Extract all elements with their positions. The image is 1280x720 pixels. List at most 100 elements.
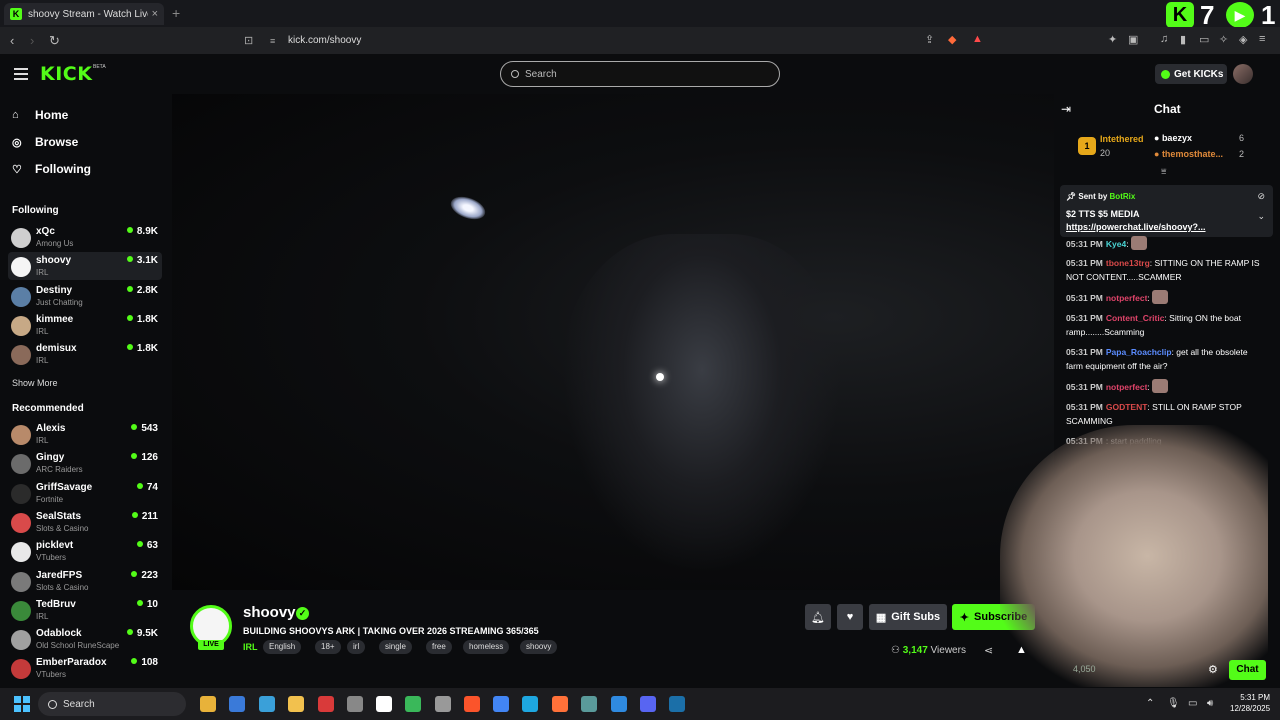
pinned-sender[interactable]: BotRix [1110,192,1136,201]
chat-username[interactable]: Papa_Roachclip [1106,347,1172,357]
hamburger-menu-icon[interactable] [14,68,28,80]
forward-icon[interactable]: › [30,33,34,48]
sidebar-channel-xqc[interactable]: xQc Among Us 8.9K [8,223,162,251]
chat-message[interactable]: 05:31 PM Papa_Roachclip: get all the obso… [1066,345,1264,373]
leaderboard-expand-icon[interactable]: ⩸ [1161,166,1166,177]
streamer-name[interactable]: shoovy [243,604,296,621]
chat-username[interactable]: Kye4 [1106,239,1126,249]
address-bar[interactable]: ⊡ ≡ kick.com/shoovy [244,30,992,51]
chevron-down-icon[interactable]: ⌄ [1257,211,1265,222]
brave-shield-icon[interactable]: ◆ [948,33,956,46]
screenshot-icon[interactable]: ▣ [1128,33,1138,46]
share-page-icon[interactable]: ⇪ [925,33,934,46]
chat-settings-icon[interactable]: ⚙ [1208,663,1218,676]
search-input[interactable]: Search [500,61,780,87]
chat-message[interactable]: 05:31 PM Content_Critic: Sitting ON the b… [1066,311,1264,339]
chat-message[interactable]: 05:31 PM GODTENT: STILL ON RAMP STOP SCAM… [1066,400,1264,428]
leaderboard-name-2[interactable]: ● baezyx [1154,133,1192,143]
stream-tag[interactable]: free [426,640,452,654]
user-avatar[interactable] [1233,64,1253,84]
app-icon-6[interactable] [347,696,363,712]
nav-home[interactable]: ⌂ Home [12,108,68,122]
vpn-icon[interactable]: ◈ [1239,33,1247,46]
show-more-link[interactable]: Show More [12,378,58,388]
app-icon-8[interactable] [405,696,421,712]
back-icon[interactable]: ‹ [10,33,14,48]
vscode-icon[interactable] [611,696,627,712]
sidebar-channel-destiny[interactable]: Destiny Just Chatting 2.8K [8,282,162,310]
brave-rewards-icon[interactable]: ▲ [972,33,983,45]
network-icon[interactable]: ▭ [1188,698,1197,709]
bookmark-icon[interactable]: ⊡ [244,34,270,47]
extensions-icon[interactable]: ✦ [1108,33,1117,46]
capcut-icon[interactable] [376,696,392,712]
browser-tab[interactable]: K shoovy Stream - Watch Live o × [4,3,164,25]
sidebar-channel-demisux[interactable]: demisux IRL 1.8K [8,340,162,368]
nav-browse[interactable]: ◎ Browse [12,135,78,149]
tab-close-icon[interactable]: × [152,8,158,20]
volume-icon[interactable]: 🔊︎ [1207,698,1213,709]
follow-button[interactable]: ♥ [837,604,863,630]
chat-message[interactable]: 05:31 PM tbone13trg: SITTING ON THE RAMP … [1066,256,1264,284]
share-icon[interactable]: ⋖ [984,644,993,657]
chat-username[interactable]: tbone13trg [1106,258,1150,268]
sidebar-channel-sealstats[interactable]: SealStats Slots & Casino 211 [8,508,162,536]
media-icon[interactable]: ♫ [1160,33,1168,45]
site-info-icon[interactable]: ≡ [270,36,288,46]
kick-logo[interactable]: KICK [40,63,92,85]
files-app-icon[interactable] [200,696,216,712]
file-explorer-icon[interactable] [288,696,304,712]
show-hidden-icons[interactable]: ⌃ [1146,698,1154,709]
sidebar-channel-odablock[interactable]: Odablock Old School RuneScape 9.5K [8,625,162,653]
notification-bell-button[interactable]: 🔔︎ [805,604,831,630]
send-chat-button[interactable]: Chat [1229,660,1266,680]
stream-category[interactable]: IRL [243,642,258,652]
get-kicks-button[interactable]: Get KICKs [1155,64,1227,84]
sidebar-channel-kimmee[interactable]: kimmee IRL 1.8K [8,311,162,339]
stream-tag[interactable]: 18+ [315,640,341,654]
nav-following[interactable]: ♡ Following [12,162,91,176]
stream-tag[interactable]: irl [347,640,366,654]
windows-start-icon[interactable] [14,696,30,712]
chrome-icon[interactable] [493,696,509,712]
new-tab-button[interactable]: + [172,5,180,21]
chat-message[interactable]: 05:31 PM notperfect: [1066,379,1264,394]
brave-icon[interactable] [464,696,480,712]
collapse-chat-icon[interactable]: ⇥ [1061,102,1071,116]
edge-icon[interactable] [522,696,538,712]
chat-username[interactable]: GODTENT [1106,402,1148,412]
microphone-icon[interactable]: 🎙︎ [1167,698,1180,709]
chat-message[interactable]: 05:31 PM notperfect: [1066,290,1264,305]
sidebar-channel-gingy[interactable]: Gingy ARC Raiders 126 [8,449,162,477]
sidebar-channel-tedbruv[interactable]: TedBruv IRL 10 [8,596,162,624]
stream-tag[interactable]: homeless [463,640,510,654]
chat-username[interactable]: Content_Critic [1106,313,1165,323]
stream-tag[interactable]: English [263,640,302,654]
stream-tag[interactable]: shoovy [520,640,558,654]
app-icon-5[interactable] [318,696,334,712]
app-icon-9[interactable] [435,696,451,712]
leo-icon[interactable]: ✧ [1219,33,1228,46]
sidebar-channel-griffsavage[interactable]: GriffSavage Fortnite 74 [8,479,162,507]
steam-icon[interactable] [669,696,685,712]
wallet-icon[interactable]: ▭ [1199,33,1209,46]
unpin-icon[interactable]: ⊘ [1257,191,1265,202]
app-icon-2[interactable] [229,696,245,712]
chat-message[interactable]: 05:31 PM Kye4: [1066,236,1264,251]
discord-icon[interactable] [640,696,656,712]
app-icon-14[interactable] [581,696,597,712]
app-icon-3[interactable] [259,696,275,712]
menu-icon[interactable]: ≡ [1259,33,1265,45]
video-player[interactable] [172,94,1054,590]
sidebar-channel-alexis[interactable]: Alexis IRL 543 [8,420,162,448]
stream-tag[interactable]: single [379,640,412,654]
firefox-icon[interactable] [552,696,568,712]
sidebar-channel-picklevt[interactable]: picklevt VTubers 63 [8,537,162,565]
chat-username[interactable]: notperfect [1106,293,1148,303]
sidebar-channel-emberparadox[interactable]: EmberParadox VTubers 108 [8,654,162,682]
sidebar-channel-jaredfps[interactable]: JaredFPS Slots & Casino 223 [8,567,162,595]
leaderboard-name-3[interactable]: ● themosthate... [1154,149,1223,159]
reload-icon[interactable]: ↻ [49,33,60,49]
chat-username[interactable]: notperfect [1106,382,1148,392]
sidebar-channel-shoovy[interactable]: shoovy IRL 3.1K [8,252,162,281]
